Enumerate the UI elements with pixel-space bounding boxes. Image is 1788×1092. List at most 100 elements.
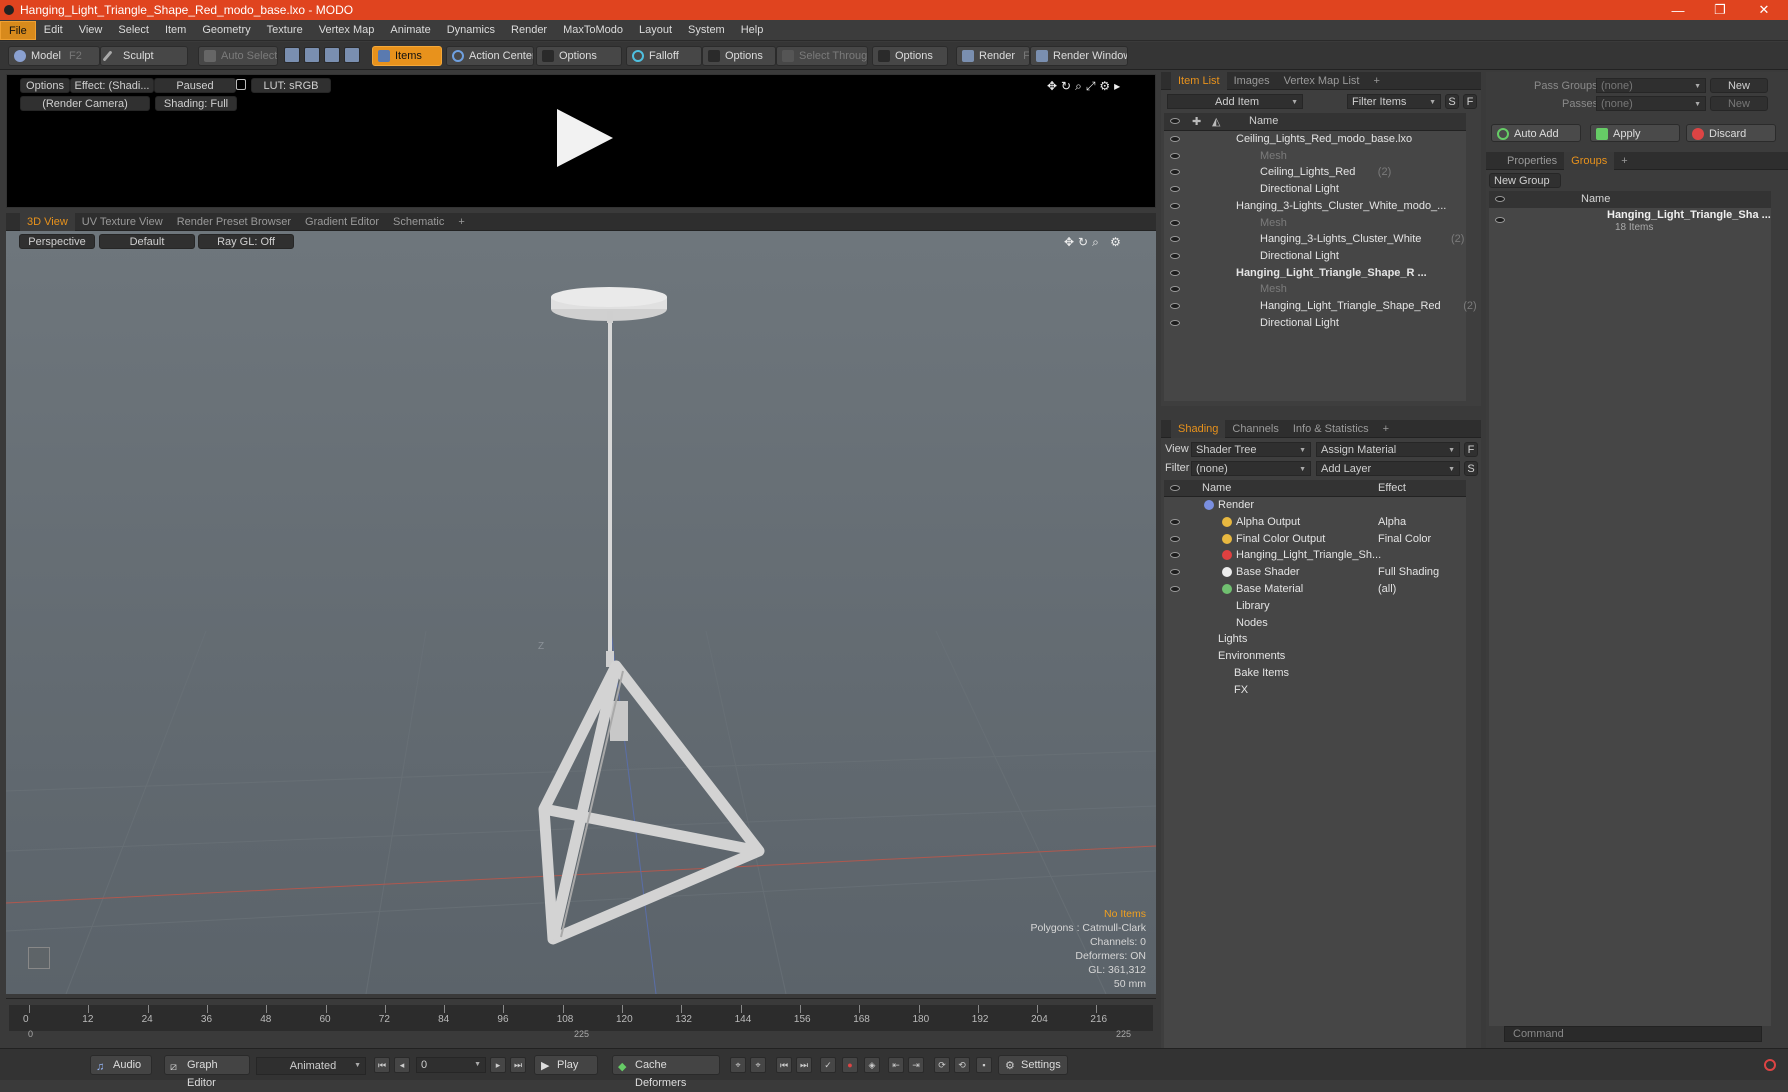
item-label[interactable]: Mesh [1260,215,1287,232]
tab-gradient-editor[interactable]: Gradient Editor [298,213,386,231]
render-button[interactable]: Render F9 [956,46,1030,66]
shader-layer-label[interactable]: Lights [1218,631,1247,648]
menu-animate[interactable]: Animate [382,21,438,40]
item-label[interactable]: Ceiling_Lights_Red_modo_base.lxo [1236,131,1412,148]
menu-dynamics[interactable]: Dynamics [439,21,503,40]
command-status-icon[interactable] [1764,1059,1776,1071]
model-mode-button[interactable]: Model F2 [8,46,100,66]
shader-layer-label[interactable]: Final Color Output [1236,531,1325,548]
tab-uv-texture-view[interactable]: UV Texture View [75,213,170,231]
animated-dropdown[interactable]: Animated [256,1057,366,1075]
shader-tree[interactable]: Render Alpha Output Alpha Final Color Outpu… [1164,497,1466,1080]
item-list-row[interactable]: Ceiling_Lights_Red_modo_base.lxo [1164,131,1466,148]
step-forward-icon[interactable]: ▸ [490,1057,506,1073]
shader-layer-label[interactable]: Hanging_Light_Triangle_Sh... [1236,547,1381,564]
key-icon[interactable]: ⌖ [730,1057,746,1073]
auto-select-button[interactable]: Auto Select [198,46,278,66]
go-start-icon[interactable]: ⏮ [374,1057,390,1073]
frame-input[interactable]: 0 [416,1057,486,1073]
shader-layer-label[interactable]: Base Material [1236,581,1303,598]
polygons-mode-icon[interactable] [324,47,340,63]
visibility-eye-icon[interactable] [1170,535,1180,542]
item-label[interactable]: Hanging_Light_Triangle_Shape_R ... [1236,265,1427,282]
loop-icon[interactable]: ⟳ [934,1057,950,1073]
shader-tree-row[interactable]: Base Shader Full Shading [1164,564,1466,581]
edges-mode-icon[interactable] [304,47,320,63]
pass-groups-dropdown[interactable]: (none) [1596,78,1706,94]
next-key-icon[interactable]: ⏭ [796,1057,812,1073]
item-label[interactable]: Hanging_Light_Triangle_Shape_Red [1260,298,1441,315]
key-frame-icon[interactable]: ◈ [864,1057,880,1073]
item-list-row[interactable]: Hanging_Light_Triangle_Shape_R ... [1164,265,1466,282]
add-tab-button[interactable]: + [1366,72,1386,90]
visibility-eye-icon[interactable] [1170,169,1180,176]
menu-render[interactable]: Render [503,21,555,40]
tab-schematic[interactable]: Schematic [386,213,451,231]
item-list-row[interactable]: Directional Light [1164,315,1466,332]
shading-s-button[interactable]: S [1464,461,1478,476]
visibility-eye-icon[interactable] [1170,569,1180,576]
shading-f-button[interactable]: F [1464,442,1478,457]
tab-images[interactable]: Images [1227,72,1277,90]
add-tab-button[interactable]: + [1376,420,1396,438]
item-list-row[interactable]: Directional Light [1164,248,1466,265]
visibility-eye-icon[interactable] [1170,552,1180,559]
default-dropdown[interactable]: Default [99,234,195,249]
audio-button[interactable]: ♫ Audio [90,1055,152,1075]
visibility-eye-icon[interactable] [1170,202,1180,209]
visibility-eye-icon[interactable] [1495,217,1505,223]
raygl-dropdown[interactable]: Ray GL: Off [198,234,294,249]
effect-dropdown[interactable]: Alpha [1378,514,1464,531]
add-layer-dropdown[interactable]: Add Layer [1316,461,1460,477]
next-frame-icon[interactable]: ⇥ [908,1057,924,1073]
shader-layer-label[interactable]: Environments [1218,648,1285,665]
visibility-eye-icon[interactable] [1170,186,1180,193]
shader-tree-row[interactable]: Alpha Output Alpha [1164,514,1466,531]
render-camera-dropdown[interactable]: (Render Camera) [20,96,150,111]
visibility-eye-icon[interactable] [1170,152,1180,159]
visibility-eye-icon[interactable] [1170,518,1180,525]
item-label[interactable]: Hanging_3-Lights_Cluster_White_modo_... [1236,198,1446,215]
menu-select[interactable]: Select [110,21,157,40]
action-center-button[interactable]: Action Center [446,46,534,66]
minimize-button[interactable]: — [1658,0,1698,20]
shading-dropdown[interactable]: Shading: Full [155,96,237,111]
tab-item-list[interactable]: Item List [1171,71,1227,90]
menu-view[interactable]: View [71,21,111,40]
timeline[interactable]: 0 12 24 36 48 60 72 84 96 108 120 132 144 156 168 180 19… [6,998,1156,1040]
item-list-row[interactable]: Hanging_Light_Triangle_Shape_Red (2) [1164,298,1477,315]
preview-effect-dropdown[interactable]: Effect: (Shadi... [70,78,154,93]
visibility-eye-icon[interactable] [1170,269,1180,276]
command-input[interactable]: Command [1504,1026,1762,1042]
preview-nav-icons[interactable]: ✥↻⌕⤢⚙▸ [1047,79,1124,94]
item-list-row[interactable]: Mesh [1164,215,1466,232]
graph-editor-button[interactable]: ⧄ Graph Editor [164,1055,250,1089]
assign-material-button[interactable]: Assign Material [1316,442,1460,458]
falloff-button[interactable]: Falloff [626,46,702,66]
render-window-button[interactable]: Render Window [1030,46,1128,66]
filter-f-button[interactable]: F [1463,94,1477,109]
shader-layer-label[interactable]: Alpha Output [1236,514,1300,531]
visibility-eye-icon[interactable] [1170,136,1180,142]
add-tab-button[interactable]: + [1614,152,1634,170]
select-through-button[interactable]: Select Through [776,46,868,66]
lut-dropdown[interactable]: LUT: sRGB [251,78,331,93]
tab-3d-view[interactable]: 3D View [20,212,75,231]
effect-dropdown[interactable]: Final Color [1378,531,1464,548]
preview-paused-button[interactable]: Paused [154,78,236,93]
vertices-mode-icon[interactable] [284,47,300,63]
item-label[interactable]: Directional Light [1260,181,1339,198]
shader-tree-row[interactable]: Render [1164,497,1466,514]
tab-groups[interactable]: Groups [1564,151,1615,170]
preview-options-button[interactable]: Options [20,78,70,93]
shader-tree-row[interactable]: Base Material (all) [1164,581,1466,598]
group-name[interactable]: Hanging_Light_Triangle_Sha ... [1607,209,1771,221]
menu-help[interactable]: Help [733,21,772,40]
auto-key-icon[interactable]: ✓ [820,1057,836,1073]
shader-tree-row[interactable]: FX [1164,682,1466,699]
item-list-row[interactable]: Hanging_3-Lights_Cluster_White_modo_... [1164,198,1466,215]
settings-button[interactable]: ⚙ Settings [998,1055,1068,1075]
visibility-eye-icon[interactable] [1170,303,1180,309]
auto-add-button[interactable]: Auto Add [1491,124,1581,142]
materials-mode-icon[interactable] [344,47,360,63]
